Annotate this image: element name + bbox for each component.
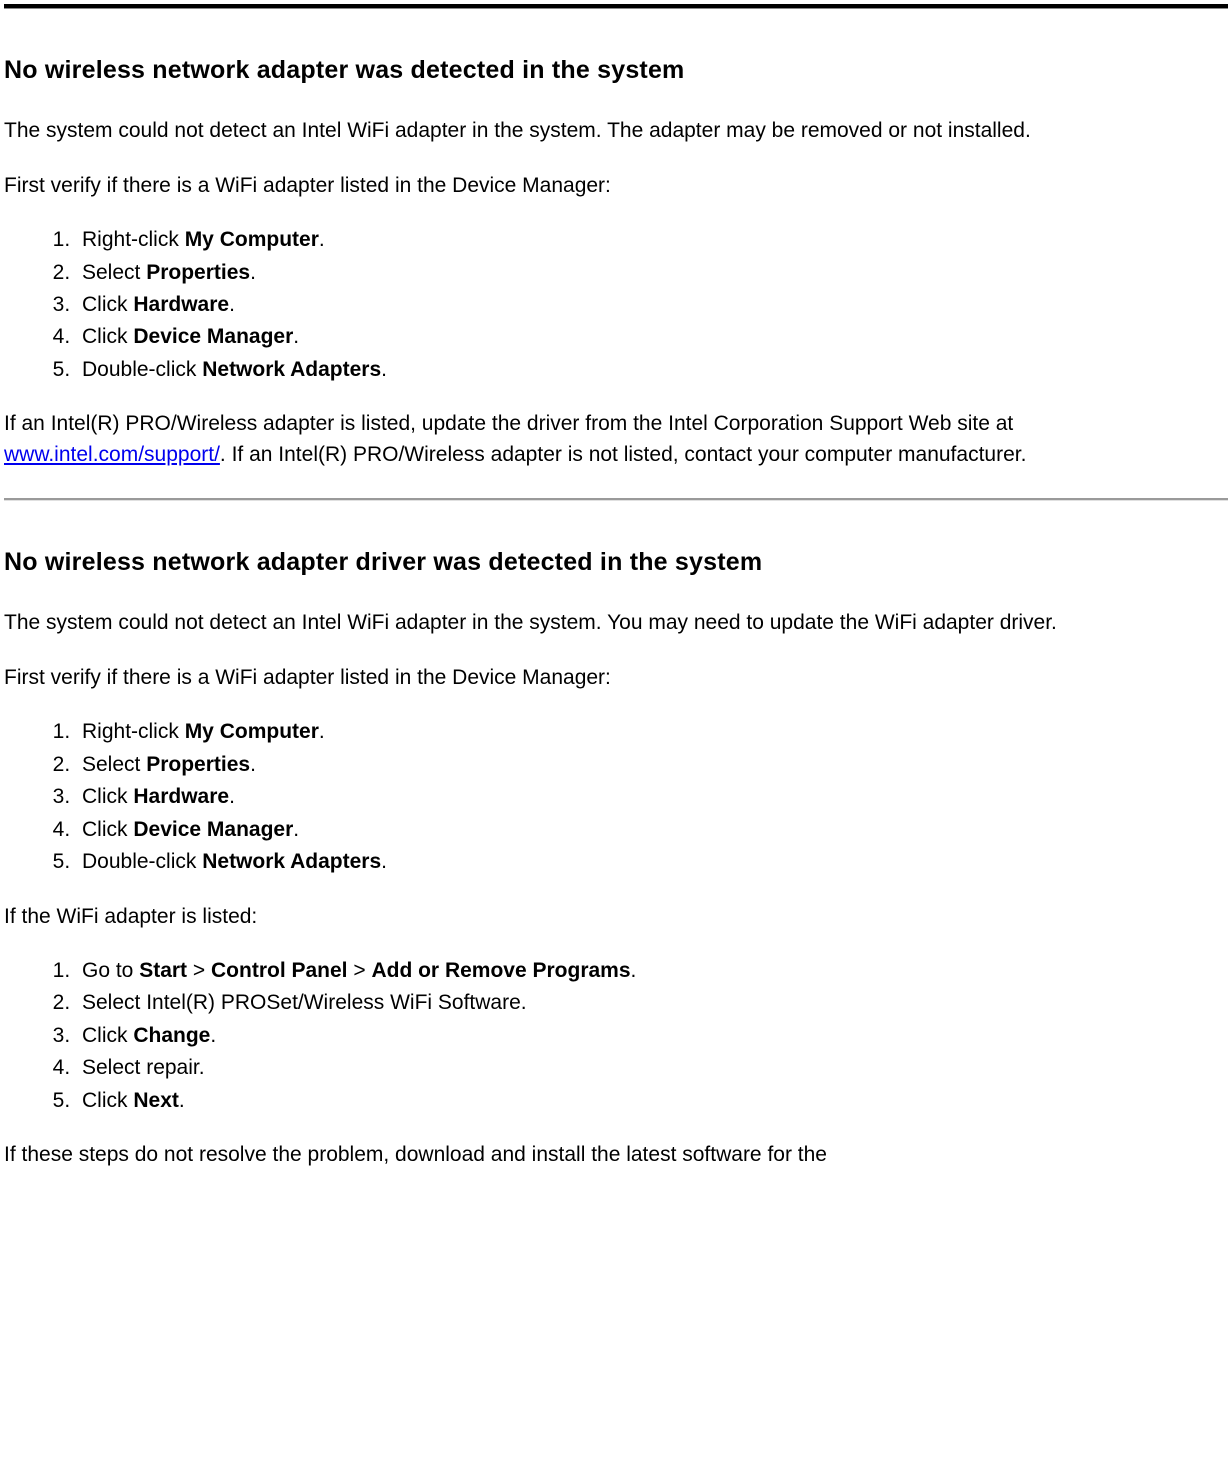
list-item: Click Hardware. xyxy=(76,290,1228,320)
step-text: Click xyxy=(82,818,133,841)
section1-steps: Right-click My Computer. Select Properti… xyxy=(4,225,1228,385)
step-text: . xyxy=(319,228,325,251)
step-bold: Control Panel xyxy=(211,959,348,982)
list-item: Select repair. xyxy=(76,1053,1228,1083)
outro-text: . If an Intel(R) PRO/Wireless adapter is… xyxy=(220,443,1027,466)
list-item: Click Device Manager. xyxy=(76,322,1228,352)
step-bold: Network Adapters xyxy=(202,850,381,873)
step-text: Double-click xyxy=(82,358,202,381)
step-text: Click xyxy=(82,1089,133,1112)
step-text: Click xyxy=(82,1024,133,1047)
step-text: Click xyxy=(82,785,133,808)
step-bold: Device Manager xyxy=(133,325,293,348)
list-item: Go to Start > Control Panel > Add or Rem… xyxy=(76,956,1228,986)
step-text: . xyxy=(210,1024,216,1047)
step-text: Select Intel(R) PROSet/Wireless WiFi Sof… xyxy=(82,991,527,1014)
document-page: No wireless network adapter was detected… xyxy=(0,4,1232,1171)
step-bold: Start xyxy=(139,959,187,982)
step-bold: Hardware xyxy=(133,293,229,316)
section1-outro: If an Intel(R) PRO/Wireless adapter is l… xyxy=(4,409,1228,470)
step-text: . xyxy=(319,720,325,743)
step-bold: My Computer xyxy=(185,228,319,251)
step-text: . xyxy=(250,261,256,284)
step-text: Double-click xyxy=(82,850,202,873)
section2-verify: First verify if there is a WiFi adapter … xyxy=(4,663,1228,693)
section2-intro: The system could not detect an Intel WiF… xyxy=(4,608,1228,638)
step-text: Go to xyxy=(82,959,139,982)
section1-intro: The system could not detect an Intel WiF… xyxy=(4,116,1228,146)
step-bold: Change xyxy=(133,1024,210,1047)
step-text: . xyxy=(229,785,235,808)
outro-text: If an Intel(R) PRO/Wireless adapter is l… xyxy=(4,412,1013,435)
step-text: . xyxy=(293,325,299,348)
section1-heading: No wireless network adapter was detected… xyxy=(4,52,1228,88)
list-item: Right-click My Computer. xyxy=(76,717,1228,747)
step-text: Right-click xyxy=(82,228,185,251)
section1-verify: First verify if there is a WiFi adapter … xyxy=(4,171,1228,201)
step-bold: Add or Remove Programs xyxy=(371,959,630,982)
section2-heading: No wireless network adapter driver was d… xyxy=(4,544,1228,580)
step-text: Click xyxy=(82,325,133,348)
step-text: . xyxy=(229,293,235,316)
step-text: . xyxy=(293,818,299,841)
step-text: Select repair. xyxy=(82,1056,205,1079)
step-text: . xyxy=(381,358,387,381)
list-item: Click Next. xyxy=(76,1086,1228,1116)
section2-steps-b: Go to Start > Control Panel > Add or Rem… xyxy=(4,956,1228,1116)
step-bold: My Computer xyxy=(185,720,319,743)
section2-listed: If the WiFi adapter is listed: xyxy=(4,902,1228,932)
list-item: Select Properties. xyxy=(76,258,1228,288)
step-bold: Next xyxy=(133,1089,179,1112)
step-bold: Hardware xyxy=(133,785,229,808)
list-item: Double-click Network Adapters. xyxy=(76,847,1228,877)
step-text: Right-click xyxy=(82,720,185,743)
list-item: Click Change. xyxy=(76,1021,1228,1051)
step-text: . xyxy=(381,850,387,873)
step-text: Select xyxy=(82,261,146,284)
divider-mid xyxy=(4,498,1228,500)
step-text: Select xyxy=(82,753,146,776)
step-text: . xyxy=(179,1089,185,1112)
step-text: > xyxy=(187,959,211,982)
step-text: . xyxy=(631,959,637,982)
list-item: Select Intel(R) PROSet/Wireless WiFi Sof… xyxy=(76,988,1228,1018)
step-text: . xyxy=(250,753,256,776)
support-link[interactable]: www.intel.com/support/ xyxy=(4,443,220,466)
list-item: Double-click Network Adapters. xyxy=(76,355,1228,385)
section2-outro: If these steps do not resolve the proble… xyxy=(4,1140,1228,1170)
list-item: Click Device Manager. xyxy=(76,815,1228,845)
step-text: > xyxy=(348,959,372,982)
step-text: Click xyxy=(82,293,133,316)
list-item: Select Properties. xyxy=(76,750,1228,780)
divider-top xyxy=(4,4,1228,8)
section2-steps-a: Right-click My Computer. Select Properti… xyxy=(4,717,1228,877)
step-bold: Network Adapters xyxy=(202,358,381,381)
list-item: Click Hardware. xyxy=(76,782,1228,812)
list-item: Right-click My Computer. xyxy=(76,225,1228,255)
step-bold: Device Manager xyxy=(133,818,293,841)
step-bold: Properties xyxy=(146,753,250,776)
step-bold: Properties xyxy=(146,261,250,284)
